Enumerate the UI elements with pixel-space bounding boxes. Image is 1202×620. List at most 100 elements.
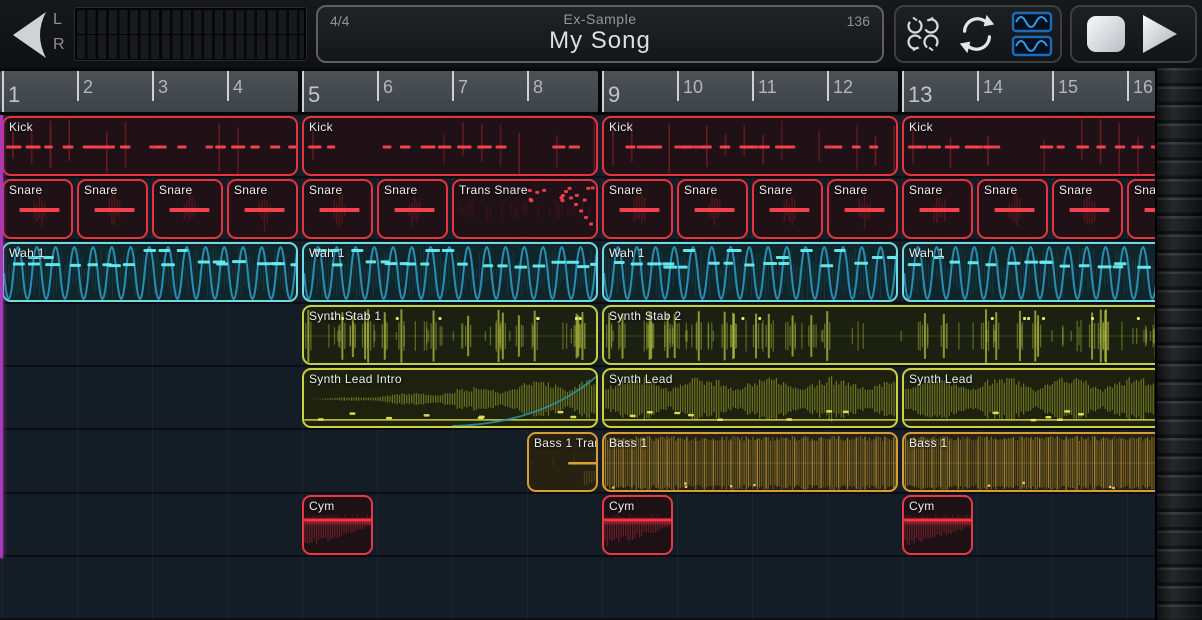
ruler-segment-2[interactable] bbox=[302, 71, 598, 112]
clip-snare-bar-3[interactable]: Snare bbox=[152, 179, 223, 239]
transport-group bbox=[1070, 5, 1197, 63]
bpm-value: 136 bbox=[847, 13, 870, 29]
clip-snare-bar-13[interactable]: Snare bbox=[902, 179, 973, 239]
ruler-bar-15[interactable]: 15 bbox=[1052, 71, 1078, 112]
daw-song-arranger: L R 4/4 Ex-Sample My Song 136 bbox=[0, 0, 1202, 620]
clip-bass-1-trans-bar-8[interactable]: Bass 1 Trans bbox=[527, 432, 598, 492]
vu-meter bbox=[74, 7, 307, 61]
clip-label: Kick bbox=[609, 120, 633, 134]
clip-snare-bar-10[interactable]: Snare bbox=[677, 179, 748, 239]
ruler-bar-7[interactable]: 7 bbox=[452, 71, 468, 112]
clip-synth-stab-1-bar-5[interactable]: Synth Stab 1 bbox=[302, 305, 598, 365]
clip-snare-bar-16[interactable]: Snare bbox=[1127, 179, 1155, 239]
clip-label: Snare bbox=[759, 183, 793, 197]
ruler-bar-16[interactable]: 16 bbox=[1127, 71, 1153, 112]
ruler[interactable]: 12345678910111213141516 bbox=[0, 68, 1155, 115]
ruler-segment-1[interactable] bbox=[0, 71, 298, 112]
clip-trans-snare-bar-7[interactable]: Trans Snare bbox=[452, 179, 598, 239]
pattern-cycle-button[interactable] bbox=[903, 14, 943, 54]
clip-snare-bar-1[interactable]: Snare bbox=[2, 179, 73, 239]
clip-snare-bar-6[interactable]: Snare bbox=[377, 179, 448, 239]
ruler-bar-13[interactable]: 13 bbox=[902, 71, 932, 112]
repeat-icon bbox=[956, 13, 998, 55]
clip-label: Bass 1 bbox=[909, 436, 948, 450]
clip-label: Snare bbox=[309, 183, 343, 197]
ruler-bar-6[interactable]: 6 bbox=[377, 71, 393, 112]
clip-kick-bar-5[interactable]: Kick bbox=[302, 116, 598, 176]
clip-label: Synth Stab 1 bbox=[309, 309, 381, 323]
clip-snare-bar-5[interactable]: Snare bbox=[302, 179, 373, 239]
clip-synth-lead-intro-bar-5[interactable]: Synth Lead Intro bbox=[302, 368, 598, 428]
play-icon bbox=[1140, 13, 1180, 55]
ruler-bar-10[interactable]: 10 bbox=[677, 71, 703, 112]
clip-wah-1-bar-1[interactable]: Wah 1 bbox=[2, 242, 298, 302]
clip-snare-bar-15[interactable]: Snare bbox=[1052, 179, 1123, 239]
meter-label-left: L bbox=[53, 7, 65, 32]
meter-label-right: R bbox=[53, 32, 65, 57]
clip-snare-bar-11[interactable]: Snare bbox=[752, 179, 823, 239]
clip-snare-bar-14[interactable]: Snare bbox=[977, 179, 1048, 239]
clip-label: Snare bbox=[1059, 183, 1093, 197]
clip-synth-stab-2-bar-9[interactable]: Synth Stab 2 bbox=[602, 305, 1155, 365]
clip-wah-1-bar-13[interactable]: Wah 1 bbox=[902, 242, 1155, 302]
clip-kick-bar-1[interactable]: Kick bbox=[2, 116, 298, 176]
track-row-empty-7[interactable] bbox=[0, 557, 1155, 620]
clip-cym-bar-13[interactable]: Cym bbox=[902, 495, 973, 555]
clip-label: Bass 1 Trans bbox=[534, 436, 598, 450]
clip-label: Cym bbox=[609, 499, 635, 513]
song-info-panel[interactable]: 4/4 Ex-Sample My Song 136 bbox=[316, 5, 884, 63]
top-bar: L R 4/4 Ex-Sample My Song 136 bbox=[0, 0, 1202, 68]
meter-channel-labels: L R bbox=[53, 7, 65, 57]
ruler-bar-11[interactable]: 11 bbox=[752, 71, 777, 112]
ruler-bar-1[interactable]: 1 bbox=[2, 71, 20, 112]
clip-label: Snare bbox=[9, 183, 43, 197]
clip-label: Snare bbox=[84, 183, 118, 197]
waveform-pages-button[interactable] bbox=[1011, 11, 1053, 57]
vertical-scroll-handle[interactable] bbox=[1155, 68, 1202, 620]
track-row-cym[interactable] bbox=[0, 494, 1155, 557]
back-button[interactable] bbox=[8, 9, 52, 61]
clip-kick-bar-13[interactable]: Kick bbox=[902, 116, 1155, 176]
ruler-bar-4[interactable]: 4 bbox=[227, 71, 243, 112]
stop-button[interactable] bbox=[1087, 16, 1125, 52]
clip-kick-bar-9[interactable]: Kick bbox=[602, 116, 898, 176]
ruler-bar-3[interactable]: 3 bbox=[152, 71, 168, 112]
clip-snare-bar-2[interactable]: Snare bbox=[77, 179, 148, 239]
clip-snare-bar-4[interactable]: Snare bbox=[227, 179, 298, 239]
ruler-bar-12[interactable]: 12 bbox=[827, 71, 853, 112]
clip-label: Synth Stab 2 bbox=[609, 309, 681, 323]
clip-label: Kick bbox=[309, 120, 333, 134]
ruler-segment-4[interactable] bbox=[902, 71, 1155, 112]
ruler-bar-5[interactable]: 5 bbox=[302, 71, 320, 112]
clip-snare-bar-12[interactable]: Snare bbox=[827, 179, 898, 239]
clip-synth-lead-bar-9[interactable]: Synth Lead bbox=[602, 368, 898, 428]
ruler-bar-2[interactable]: 2 bbox=[77, 71, 93, 112]
playhead-marker bbox=[0, 115, 3, 558]
vu-meter-left bbox=[77, 10, 304, 34]
clip-bass-1-bar-9[interactable]: Bass 1 bbox=[602, 432, 898, 492]
clip-wah-1-bar-9[interactable]: Wah 1 bbox=[602, 242, 898, 302]
clip-label: Wah 1 bbox=[909, 246, 945, 260]
clip-bass-1-bar-13[interactable]: Bass 1 bbox=[902, 432, 1155, 492]
clip-synth-lead-bar-13[interactable]: Synth Lead bbox=[902, 368, 1155, 428]
clip-snare-bar-9[interactable]: Snare bbox=[602, 179, 673, 239]
repeat-button[interactable] bbox=[956, 13, 998, 55]
clip-cym-bar-5[interactable]: Cym bbox=[302, 495, 373, 555]
song-subtitle: Ex-Sample bbox=[318, 11, 882, 27]
clip-label: Wah 1 bbox=[609, 246, 645, 260]
clip-wah-1-bar-5[interactable]: Wah 1 bbox=[302, 242, 598, 302]
play-button[interactable] bbox=[1140, 13, 1180, 55]
vu-meter-right bbox=[77, 35, 304, 59]
ruler-bar-8[interactable]: 8 bbox=[527, 71, 543, 112]
clip-label: Synth Lead bbox=[909, 372, 973, 386]
clip-label: Snare bbox=[384, 183, 418, 197]
song-title: My Song bbox=[318, 27, 882, 55]
ruler-bar-9[interactable]: 9 bbox=[602, 71, 620, 112]
clip-label: Cym bbox=[909, 499, 935, 513]
ruler-segment-3[interactable] bbox=[602, 71, 898, 112]
clip-label: Trans Snare bbox=[459, 183, 528, 197]
ruler-bar-14[interactable]: 14 bbox=[977, 71, 1003, 112]
clip-cym-bar-9[interactable]: Cym bbox=[602, 495, 673, 555]
clip-label: Synth Lead Intro bbox=[309, 372, 402, 386]
clip-label: Snare bbox=[909, 183, 943, 197]
